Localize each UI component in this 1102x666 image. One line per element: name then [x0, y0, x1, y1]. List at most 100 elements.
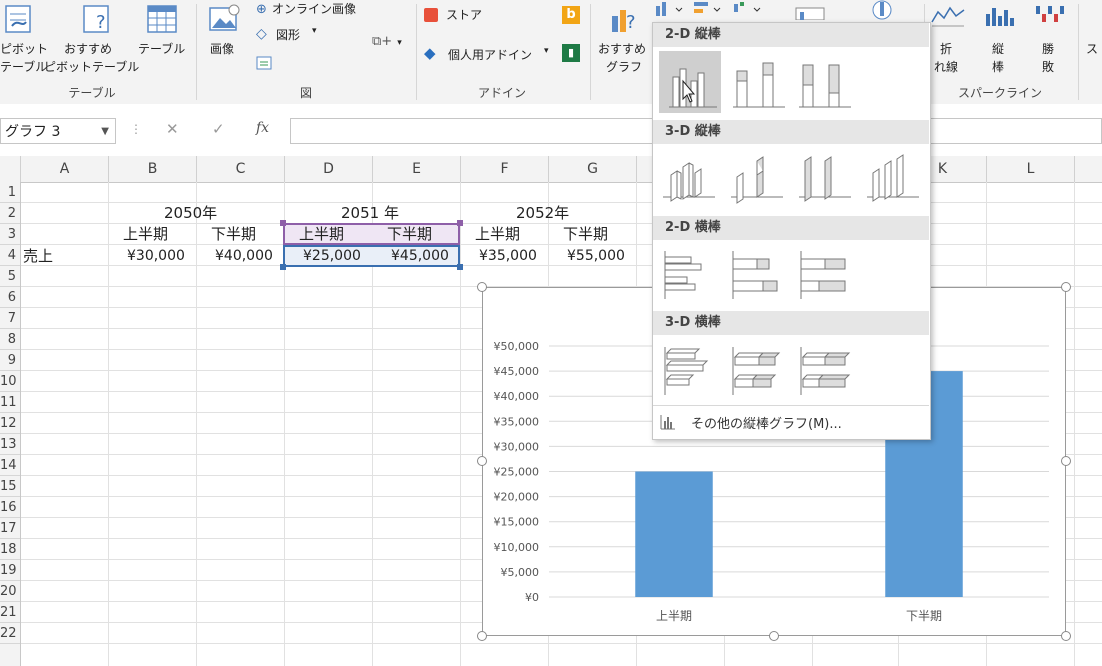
cell-b4[interactable]: ¥30,000: [127, 246, 185, 267]
cancel-icon[interactable]: ✕: [166, 120, 179, 138]
column-header[interactable]: B: [109, 156, 197, 182]
chart-resize-handle[interactable]: [477, 282, 487, 292]
shapes-button[interactable]: ◇ 図形 ▾: [256, 26, 336, 46]
3d-clustered-column-option[interactable]: [659, 147, 721, 209]
row-header[interactable]: 2: [0, 203, 20, 224]
row-header[interactable]: 12: [0, 413, 20, 434]
3d-100-stacked-column-option[interactable]: [795, 147, 857, 209]
online-image-icon: ⊕: [256, 2, 267, 17]
column-header[interactable]: G: [549, 156, 637, 182]
row-header[interactable]: 16: [0, 497, 20, 518]
chart-resize-handle[interactable]: [1061, 282, 1071, 292]
cell-e4[interactable]: ¥45,000: [391, 246, 449, 267]
selection-handle[interactable]: [457, 264, 463, 270]
sparkline-line-button[interactable]: 折 れ線: [928, 0, 968, 80]
100-stacked-bar-option[interactable]: [795, 243, 857, 305]
personal-addin-button[interactable]: ◆ 個人用アドイン ▾: [424, 44, 554, 66]
chart-resize-handle[interactable]: [477, 456, 487, 466]
row-header[interactable]: 10: [0, 371, 20, 392]
selection-handle[interactable]: [280, 220, 286, 226]
stacked-bar-option[interactable]: [727, 243, 789, 305]
row-header[interactable]: 5: [0, 266, 20, 287]
3d-column-option[interactable]: [863, 147, 925, 209]
column-header[interactable]: C: [197, 156, 285, 182]
chart-resize-handle[interactable]: [769, 631, 779, 641]
cell-c4[interactable]: ¥40,000: [215, 246, 273, 267]
clustered-bar-option[interactable]: [659, 243, 721, 305]
chart-bar[interactable]: [635, 471, 713, 598]
store-button[interactable]: ストア: [424, 6, 504, 28]
clustered-column-option[interactable]: [659, 51, 721, 113]
row-header[interactable]: 17: [0, 518, 20, 539]
sparkline-winloss-button[interactable]: 勝 敗: [1030, 0, 1070, 80]
smartart-button[interactable]: [254, 54, 278, 74]
row-header[interactable]: 22: [0, 623, 20, 644]
screenshot-button[interactable]: ⧉+ ▾: [372, 30, 406, 50]
row-header[interactable]: 11: [0, 392, 20, 413]
3d-stacked-bar-option[interactable]: [727, 339, 789, 401]
row-header[interactable]: 1: [0, 182, 20, 203]
row-header[interactable]: 9: [0, 350, 20, 371]
100-stacked-column-option[interactable]: [795, 51, 857, 113]
name-box[interactable]: グラフ 3 ▼: [0, 118, 116, 144]
column-header[interactable]: E: [373, 156, 461, 182]
chart-resize-handle[interactable]: [1061, 631, 1071, 641]
row-header[interactable]: 19: [0, 560, 20, 581]
3d-clustered-bar-option[interactable]: [659, 339, 721, 401]
row-header[interactable]: 18: [0, 539, 20, 560]
cell-e3[interactable]: 下半期: [387, 224, 432, 245]
bar-chart-dropdown-button[interactable]: [692, 0, 726, 18]
table-button[interactable]: テーブル: [136, 0, 190, 80]
cell-c3[interactable]: 下半期: [211, 224, 256, 245]
enter-icon[interactable]: ✓: [212, 120, 225, 138]
cell-f3[interactable]: 上半期: [475, 224, 520, 245]
3d-100-stacked-bar-option[interactable]: [795, 339, 857, 401]
cell-g3[interactable]: 下半期: [563, 224, 608, 245]
3d-stacked-column-option[interactable]: [727, 147, 789, 209]
online-image-button[interactable]: ⊕ オンライン画像: [256, 0, 366, 20]
cell-d3[interactable]: 上半期: [299, 224, 344, 245]
row-header[interactable]: 8: [0, 329, 20, 350]
column-header[interactable]: A: [21, 156, 109, 182]
cell-a4[interactable]: 売上: [23, 246, 53, 267]
row-header[interactable]: 15: [0, 476, 20, 497]
chart-resize-handle[interactable]: [477, 631, 487, 641]
selection-handle[interactable]: [280, 264, 286, 270]
cell-f4[interactable]: ¥35,000: [479, 246, 537, 267]
recommended-pivot-button[interactable]: ? おすすめ ピボットテーブル: [44, 0, 139, 80]
select-all-corner[interactable]: [0, 156, 21, 182]
row-header[interactable]: 4: [0, 245, 20, 266]
bing-button[interactable]: b: [562, 6, 582, 26]
cell-year-2050[interactable]: 2050年: [164, 203, 217, 224]
chart-resize-handle[interactable]: [1061, 456, 1071, 466]
cell-b3[interactable]: 上半期: [123, 224, 168, 245]
cell-year-2052[interactable]: 2052年: [516, 203, 569, 224]
name-box-dropdown-icon[interactable]: ▼: [101, 119, 109, 145]
column-header[interactable]: L: [987, 156, 1075, 182]
row-header[interactable]: 14: [0, 455, 20, 476]
sparkline-column-button[interactable]: 縦 棒: [980, 0, 1020, 80]
pivot-chart-button[interactable]: [792, 0, 832, 21]
insert-function-icon[interactable]: fx: [256, 120, 269, 136]
cell-d4[interactable]: ¥25,000: [303, 246, 361, 267]
cell-year-2051[interactable]: 2051 年: [341, 203, 399, 224]
3d-map-button[interactable]: [866, 0, 906, 20]
cell-g4[interactable]: ¥55,000: [567, 246, 625, 267]
recommended-chart-button[interactable]: ? おすすめ グラフ: [594, 0, 652, 80]
row-header[interactable]: 21: [0, 602, 20, 623]
row-header[interactable]: 3: [0, 224, 20, 245]
row-header[interactable]: 13: [0, 434, 20, 455]
more-column-charts-item[interactable]: その他の縦棒グラフ(M)...: [653, 409, 929, 435]
row-header[interactable]: 20: [0, 581, 20, 602]
selection-handle[interactable]: [457, 220, 463, 226]
image-button[interactable]: 画像: [202, 0, 252, 80]
stacked-column-option[interactable]: [727, 51, 789, 113]
slicer-button[interactable]: ス: [1086, 40, 1098, 58]
people-graph-button[interactable]: ▮: [562, 44, 582, 64]
hierarchy-chart-dropdown-button[interactable]: [732, 0, 766, 18]
column-header[interactable]: D: [285, 156, 373, 182]
row-header[interactable]: 6: [0, 287, 20, 308]
column-chart-dropdown-button[interactable]: [654, 0, 688, 18]
column-header[interactable]: F: [461, 156, 549, 182]
row-header[interactable]: 7: [0, 308, 20, 329]
